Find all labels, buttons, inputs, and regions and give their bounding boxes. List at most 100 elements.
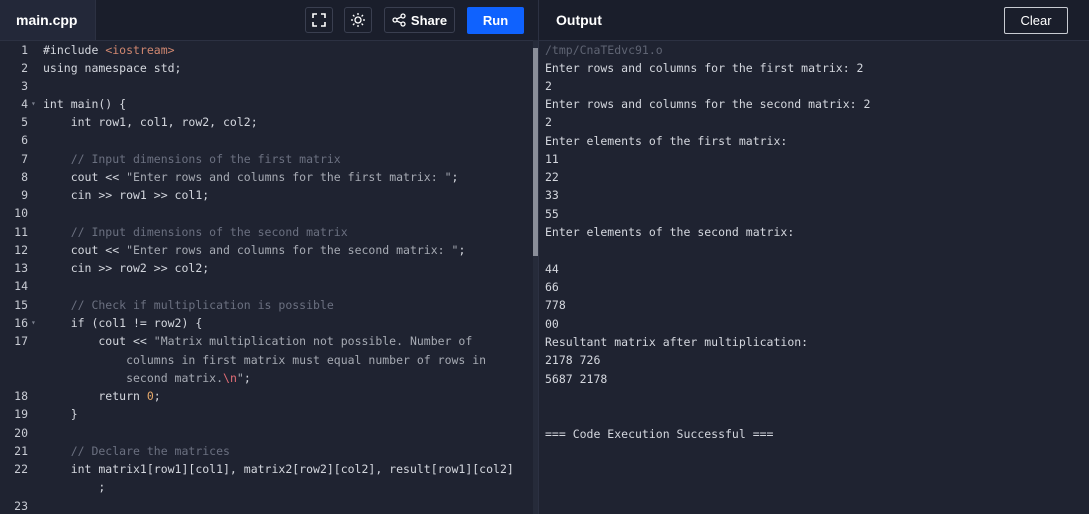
code-line: 3 (0, 77, 532, 95)
line-number: 14 (14, 279, 28, 293)
code-token: ; (243, 371, 251, 385)
code-string: " (236, 371, 244, 385)
output-line: 55 (545, 207, 559, 221)
code-token: ; (451, 170, 459, 184)
line-number: 18 (14, 389, 28, 403)
code-token: ; (458, 243, 466, 257)
line-number: 3 (21, 79, 28, 93)
output-line: Enter elements of the second matrix: (545, 225, 795, 239)
theme-toggle-button[interactable] (344, 7, 372, 33)
code-text: cin >> row1 >> col1; (43, 188, 210, 202)
share-button[interactable]: Share (384, 7, 455, 33)
output-line: 2 (545, 79, 552, 93)
line-number: 4 (21, 97, 28, 111)
code-line: 1 #include <iostream> (0, 41, 532, 59)
code-text: using namespace std; (43, 61, 182, 75)
code-line: 19 } (0, 405, 532, 423)
output-line: 33 (545, 188, 559, 202)
fold-arrow-icon[interactable]: ▾ (31, 314, 36, 332)
code-line: 15 // Check if multiplication is possibl… (0, 296, 532, 314)
code-line: 20 (0, 424, 532, 442)
line-number: 8 (21, 170, 28, 184)
code-text: int matrix1[row1][col1], matrix2[row2][c… (43, 462, 514, 476)
line-number: 17 (14, 334, 28, 348)
code-line-wrapped: columns in first matrix must equal numbe… (0, 351, 532, 369)
code-escape: \n (223, 371, 237, 385)
code-line: 22 int matrix1[row1][col1], matrix2[row2… (0, 460, 532, 478)
code-line: 4 ▾ int main() { (0, 95, 532, 113)
code-editor[interactable]: 1 #include <iostream> 2 using namespace … (0, 40, 532, 514)
code-line: 13 cin >> row2 >> col2; (0, 259, 532, 277)
code-line: 21 // Declare the matrices (0, 442, 532, 460)
code-line: 8 cout << "Enter rows and columns for th… (0, 168, 532, 186)
code-token: #include (43, 43, 106, 57)
code-comment: // Input dimensions of the first matrix (43, 152, 341, 166)
output-line: 00 (545, 317, 559, 331)
code-string: columns in first matrix must equal numbe… (43, 353, 487, 367)
code-token: cout << (43, 334, 154, 348)
line-number: 15 (14, 298, 28, 312)
code-token: return (43, 389, 147, 403)
output-line: 11 (545, 152, 559, 166)
code-string: second matrix. (43, 371, 224, 385)
line-number: 11 (14, 225, 28, 239)
code-line: 2 using namespace std; (0, 59, 532, 77)
code-line: 23 (0, 497, 532, 514)
code-string: "Enter rows and columns for the second m… (126, 243, 459, 257)
code-token: <iostream> (105, 43, 175, 57)
line-number: 12 (14, 243, 28, 257)
panel-divider[interactable] (538, 0, 539, 514)
clear-button[interactable]: Clear (1004, 7, 1068, 34)
output-line: 2178 726 (545, 353, 601, 367)
line-number: 1 (21, 43, 28, 57)
line-number: 9 (21, 188, 28, 202)
line-number: 13 (14, 261, 28, 275)
code-line: 9 cin >> row1 >> col1; (0, 186, 532, 204)
fullscreen-icon (312, 13, 326, 27)
output-line: Enter elements of the first matrix: (545, 134, 788, 148)
code-line: 12 cout << "Enter rows and columns for t… (0, 241, 532, 259)
code-text: return 0; (43, 387, 161, 405)
code-text: cin >> row2 >> col2; (43, 261, 210, 275)
fold-arrow-icon[interactable]: ▾ (31, 95, 36, 113)
code-line: 5 int row1, col1, row2, col2; (0, 113, 532, 131)
code-token: cout << (43, 243, 127, 257)
code-token: cout << (43, 170, 127, 184)
line-number: 2 (21, 61, 28, 75)
run-button[interactable]: Run (467, 7, 524, 34)
code-token: ; (153, 389, 161, 403)
output-line: Resultant matrix after multiplication: (545, 335, 809, 349)
line-number: 20 (14, 426, 28, 440)
code-line: 14 (0, 277, 532, 295)
code-text: #include <iostream> (43, 41, 175, 59)
file-tab-main-cpp[interactable]: main.cpp (0, 0, 96, 40)
code-text: int main() { (43, 97, 127, 111)
line-number: 6 (21, 133, 28, 147)
code-line: 7 // Input dimensions of the first matri… (0, 150, 532, 168)
output-line: 44 (545, 262, 559, 276)
code-number: 0 (146, 389, 154, 403)
code-line: 17 cout << "Matrix multiplication not po… (0, 332, 532, 350)
fullscreen-button[interactable] (305, 7, 333, 33)
code-text: ; (43, 480, 106, 494)
output-line: 5687 2178 (545, 372, 608, 386)
code-text: } (43, 407, 78, 421)
code-line: 16 ▾ if (col1 != row2) { (0, 314, 532, 332)
top-bar: main.cpp Share Run Output Clear (0, 0, 1089, 41)
line-number: 22 (14, 462, 28, 476)
output-line: 778 (545, 298, 566, 312)
line-number: 10 (14, 206, 28, 220)
code-string: "Matrix multiplication not possible. Num… (153, 334, 473, 348)
code-line: 11 // Input dimensions of the second mat… (0, 223, 532, 241)
execution-status: === Code Execution Successful === (545, 427, 774, 441)
output-panel: /tmp/CnaTEdvc91.o Enter rows and columns… (545, 40, 1085, 514)
code-text: second matrix.\n"; (43, 369, 251, 387)
output-line: /tmp/CnaTEdvc91.o (545, 43, 663, 57)
code-string: "Enter rows and columns for the first ma… (126, 170, 452, 184)
line-number: 19 (14, 407, 28, 421)
code-line: 18 return 0; (0, 387, 532, 405)
code-line-wrapped: second matrix.\n"; (0, 369, 532, 387)
line-number: 21 (14, 444, 28, 458)
share-label: Share (410, 12, 448, 28)
code-comment: // Check if multiplication is possible (43, 298, 334, 312)
